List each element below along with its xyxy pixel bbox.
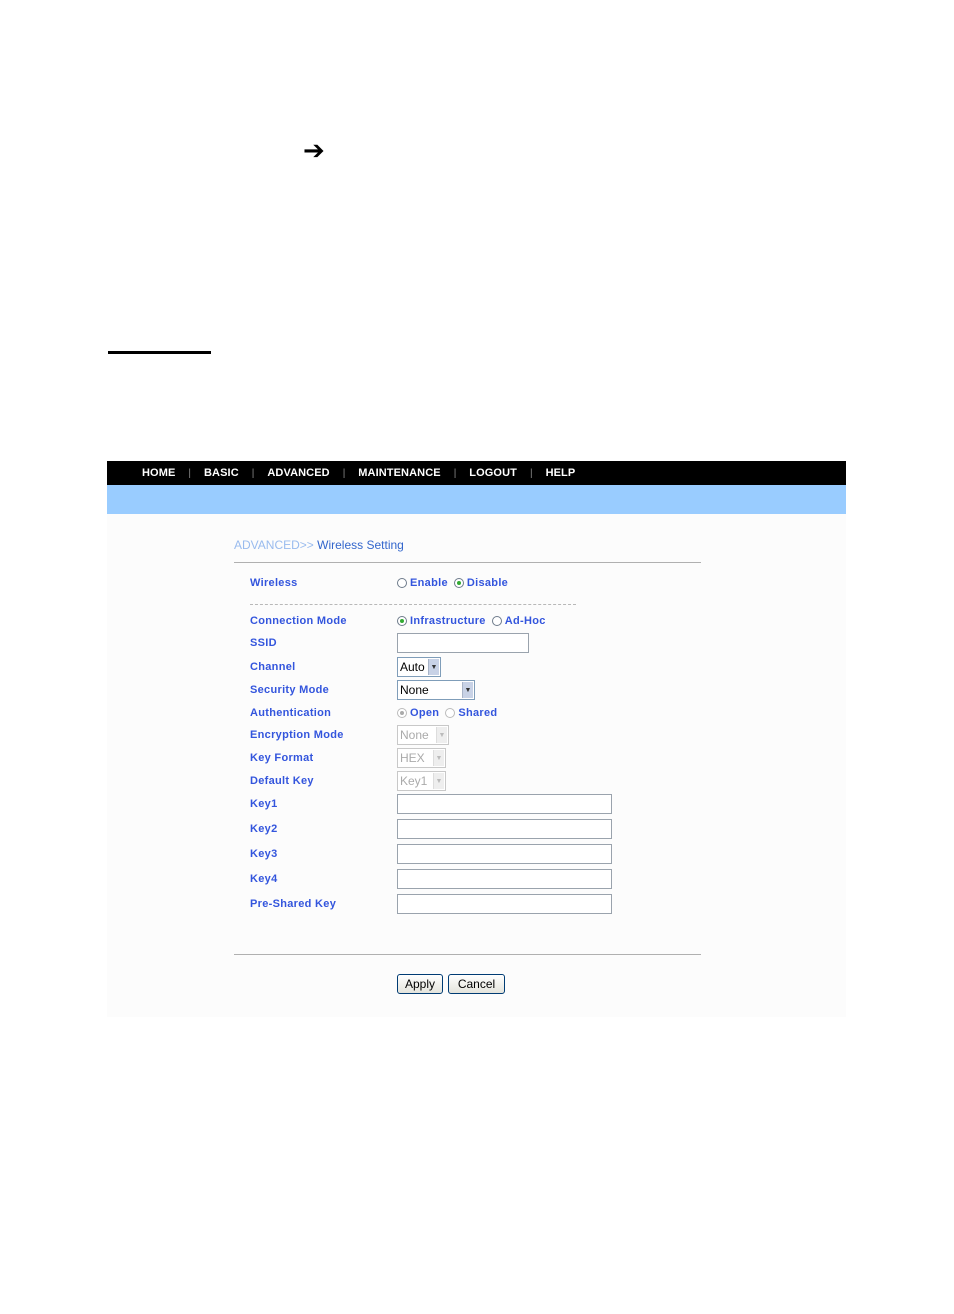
encryption-mode-value: None	[400, 728, 429, 742]
key-format-row: Key Format HEX ▼	[250, 748, 446, 768]
channel-value: Auto	[400, 660, 425, 674]
key2-input[interactable]	[397, 819, 612, 839]
key-format-value: HEX	[400, 751, 425, 765]
nav-separator: |	[453, 467, 457, 479]
encryption-mode-select[interactable]: None ▼	[397, 725, 449, 745]
ssid-input[interactable]	[397, 633, 529, 653]
channel-select[interactable]: Auto ▼	[397, 657, 441, 677]
security-mode-select[interactable]: None ▼	[397, 680, 475, 700]
key2-row: Key2	[250, 819, 612, 839]
ssid-label: SSID	[250, 637, 277, 649]
divider	[234, 954, 701, 955]
sub-nav-bar	[107, 485, 846, 514]
key-format-label: Key Format	[250, 752, 314, 764]
nav-basic[interactable]: BASIC	[204, 467, 239, 479]
ssid-row: SSID	[250, 633, 529, 653]
auth-open-label[interactable]: Open	[410, 707, 439, 719]
key1-label: Key1	[250, 798, 278, 810]
right-arrow-icon: ➔	[303, 136, 325, 166]
security-mode-value: None	[400, 683, 429, 697]
wireless-enable-radio[interactable]	[397, 578, 407, 588]
authentication-row: Authentication Open Shared	[250, 703, 503, 723]
chevron-down-icon: ▼	[433, 750, 444, 766]
wireless-label: Wireless	[250, 577, 298, 589]
psk-input[interactable]	[397, 894, 612, 914]
channel-row: Channel Auto ▼	[250, 657, 441, 677]
authentication-label: Authentication	[250, 707, 332, 719]
nav-separator: |	[251, 467, 255, 479]
nav-separator: |	[529, 467, 533, 479]
nav-advanced[interactable]: ADVANCED	[267, 467, 329, 479]
encryption-mode-label: Encryption Mode	[250, 729, 344, 741]
key4-input[interactable]	[397, 869, 612, 889]
heading-underline	[108, 351, 211, 354]
nav-help[interactable]: HELP	[546, 467, 576, 479]
top-nav-bar: HOME | BASIC | ADVANCED | MAINTENANCE | …	[107, 461, 846, 485]
dashed-divider	[250, 604, 576, 605]
psk-row: Pre-Shared Key	[250, 894, 612, 914]
wireless-enable-label[interactable]: Enable	[410, 577, 448, 589]
key1-row: Key1	[250, 794, 612, 814]
auth-shared-radio[interactable]	[445, 708, 456, 718]
key3-input[interactable]	[397, 844, 612, 864]
nav-separator: |	[342, 467, 346, 479]
wireless-disable-label[interactable]: Disable	[467, 577, 508, 589]
nav-home[interactable]: HOME	[142, 467, 175, 479]
security-mode-row: Security Mode None ▼	[250, 680, 475, 700]
key3-label: Key3	[250, 848, 278, 860]
connection-mode-label: Connection Mode	[250, 615, 347, 627]
connection-mode-row: Connection Mode Infrastructure Ad-Hoc	[250, 611, 552, 631]
psk-label: Pre-Shared Key	[250, 898, 337, 910]
router-admin-panel: HOME | BASIC | ADVANCED | MAINTENANCE | …	[107, 461, 846, 1017]
default-key-label: Default Key	[250, 775, 314, 787]
key3-row: Key3	[250, 844, 612, 864]
auth-open-radio[interactable]	[397, 708, 407, 718]
default-key-value: Key1	[400, 774, 428, 788]
wireless-settings-content: ADVANCED>> Wireless Setting Wireless Ena…	[234, 538, 701, 994]
chevron-down-icon: ▼	[462, 682, 473, 698]
encryption-mode-row: Encryption Mode None ▼	[250, 725, 449, 745]
infrastructure-radio[interactable]	[397, 616, 407, 626]
chevron-down-icon: ▼	[436, 727, 447, 743]
chevron-down-icon: ▼	[433, 773, 444, 789]
wireless-disable-radio[interactable]	[453, 578, 464, 588]
key2-label: Key2	[250, 823, 278, 835]
auth-shared-label[interactable]: Shared	[458, 707, 497, 719]
apply-button[interactable]: Apply	[397, 974, 443, 994]
default-key-row: Default Key Key1 ▼	[250, 771, 446, 791]
default-key-select[interactable]: Key1 ▼	[397, 771, 446, 791]
breadcrumb: ADVANCED>> Wireless Setting	[234, 538, 701, 554]
nav-logout[interactable]: LOGOUT	[469, 467, 517, 479]
chevron-down-icon: ▼	[428, 659, 439, 675]
key4-row: Key4	[250, 869, 612, 889]
breadcrumb-current: Wireless Setting	[313, 538, 404, 552]
infrastructure-label[interactable]: Infrastructure	[410, 615, 486, 627]
nav-maintenance[interactable]: MAINTENANCE	[358, 467, 440, 479]
channel-label: Channel	[250, 661, 296, 673]
security-mode-label: Security Mode	[250, 684, 330, 696]
divider	[234, 562, 701, 563]
cancel-button[interactable]: Cancel	[448, 974, 505, 994]
breadcrumb-root[interactable]: ADVANCED>>	[234, 538, 314, 552]
key1-input[interactable]	[397, 794, 612, 814]
adhoc-label[interactable]: Ad-Hoc	[505, 615, 546, 627]
nav-separator: |	[188, 467, 192, 479]
key-format-select[interactable]: HEX ▼	[397, 748, 446, 768]
key4-label: Key4	[250, 873, 278, 885]
wireless-row: Wireless Enable Disable	[250, 573, 514, 593]
adhoc-radio[interactable]	[491, 616, 502, 626]
